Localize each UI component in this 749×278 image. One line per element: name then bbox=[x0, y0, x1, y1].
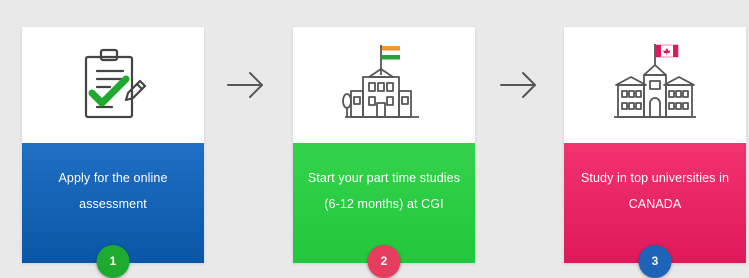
arrow-right-icon bbox=[495, 62, 541, 108]
step-card-2: Start your part time studies (6-12 month… bbox=[293, 27, 475, 278]
india-building-icon bbox=[339, 41, 429, 131]
step-card-1: Apply for the online assessment 1 bbox=[22, 27, 204, 278]
step-3-text: Study in top universities in CANADA bbox=[580, 171, 729, 211]
step-3-number-badge: 3 bbox=[638, 245, 672, 278]
step-card-3-icon-area bbox=[564, 27, 746, 143]
canada-university-icon bbox=[610, 41, 700, 131]
step-2-number-badge: 2 bbox=[367, 245, 401, 278]
step-1-text: Apply for the online assessment bbox=[58, 171, 168, 211]
clipboard-check-icon bbox=[68, 41, 158, 131]
step-card-2-icon-area bbox=[293, 27, 475, 143]
step-card-1-icon-area bbox=[22, 27, 204, 143]
step-1-number-badge: 1 bbox=[96, 245, 130, 278]
step-2-text: Start your part time studies (6-12 month… bbox=[307, 171, 461, 211]
step-card-3: Study in top universities in CANADA 3 bbox=[564, 27, 746, 278]
arrow-right-icon bbox=[222, 62, 268, 108]
